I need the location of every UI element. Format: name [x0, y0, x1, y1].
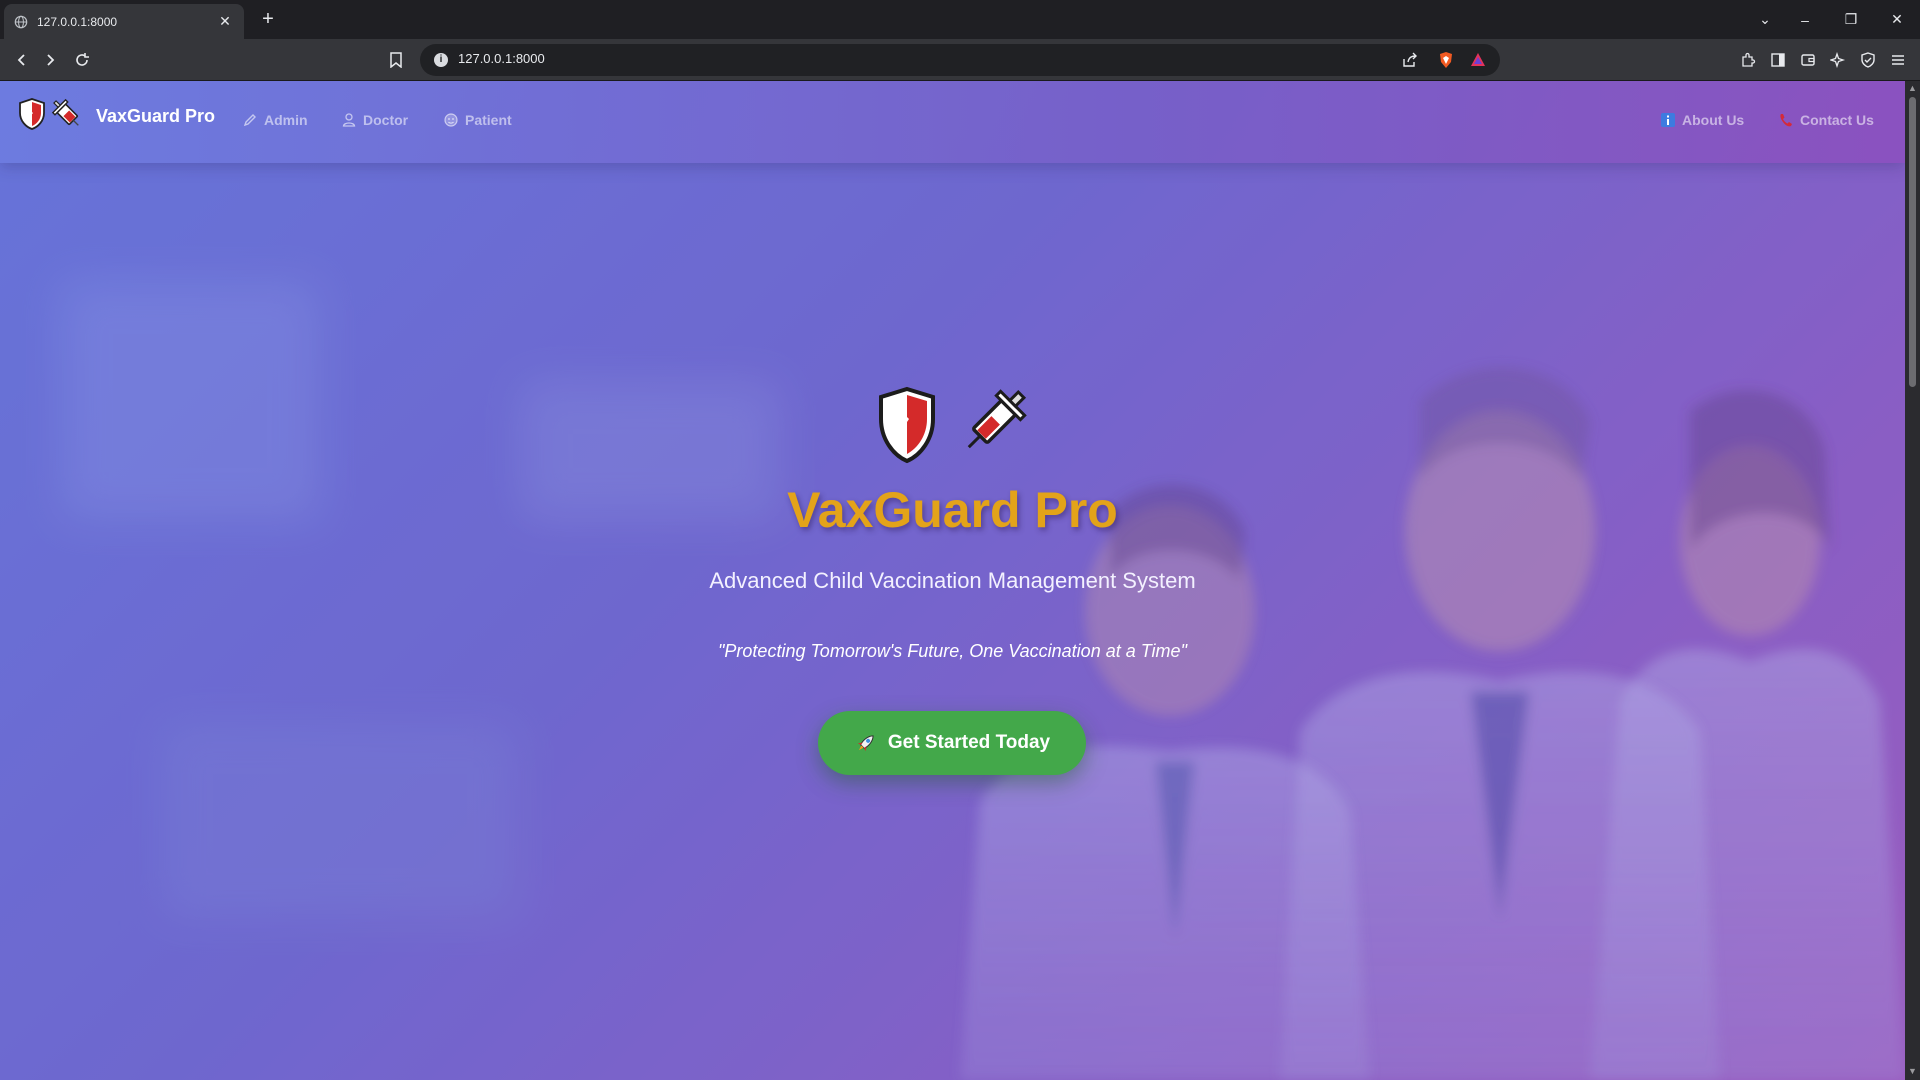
close-window-button[interactable]: ✕	[1874, 0, 1920, 39]
page-scrollbar[interactable]: ▲ ▼	[1905, 81, 1920, 1080]
rocket-icon	[857, 735, 874, 752]
scroll-up-icon[interactable]: ▲	[1908, 84, 1917, 93]
scroll-down-icon[interactable]: ▼	[1908, 1067, 1917, 1076]
nav-admin-label: Admin	[264, 112, 308, 128]
minimize-button[interactable]: –	[1782, 0, 1828, 39]
close-tab-icon[interactable]: ✕	[216, 13, 234, 31]
globe-icon	[14, 15, 28, 28]
brand-name: VaxGuard Pro	[96, 105, 216, 126]
tab-title: 127.0.0.1:8000	[37, 14, 118, 29]
extensions-button[interactable]	[1736, 48, 1760, 72]
hero-title: VaxGuard Pro	[787, 482, 1118, 538]
bookmark-button[interactable]	[384, 48, 408, 72]
shield-outline-icon	[1861, 52, 1875, 68]
back-button[interactable]	[10, 48, 34, 72]
reload-icon	[76, 53, 89, 66]
nav-doctor-label: Doctor	[363, 112, 409, 128]
brand-link[interactable]: VaxGuard Pro	[18, 97, 215, 131]
arrow-right-icon	[47, 54, 55, 66]
shield-icon	[879, 386, 935, 464]
site-navbar: VaxGuard Pro Admin Doctor Patient About …	[0, 81, 1905, 163]
address-bar[interactable]: i 127.0.0.1:8000	[420, 44, 1500, 76]
bookmark-icon	[390, 52, 402, 68]
hero-emblem	[879, 386, 1027, 464]
nav-patient[interactable]: Patient	[443, 112, 512, 128]
brave-rewards-icon[interactable]	[1470, 52, 1486, 67]
site-info-icon[interactable]: i	[434, 53, 448, 67]
nav-contact[interactable]: Contact Us	[1778, 112, 1874, 128]
scroll-thumb[interactable]	[1909, 97, 1916, 387]
syringe-icon	[967, 389, 1027, 449]
browser-tab[interactable]: 127.0.0.1:8000 ✕	[4, 4, 244, 39]
phone-icon	[1780, 114, 1792, 127]
share-icon[interactable]	[1402, 52, 1418, 68]
user-icon	[342, 113, 356, 127]
puzzle-icon	[1742, 52, 1756, 67]
forward-button[interactable]	[38, 48, 62, 72]
pencil-icon	[243, 114, 256, 127]
page-viewport: VaxGuard Pro Admin Doctor Patient About …	[0, 81, 1905, 1080]
shield-icon	[19, 98, 45, 130]
syringe-icon	[51, 98, 79, 126]
menu-button[interactable]	[1886, 48, 1910, 72]
nav-contact-label: Contact Us	[1800, 112, 1874, 128]
get-started-label: Get Started Today	[887, 732, 1051, 753]
new-tab-button[interactable]: +	[256, 8, 280, 32]
nav-doctor[interactable]: Doctor	[341, 112, 408, 128]
patient-icon	[444, 113, 458, 127]
browser-toolbar: i 127.0.0.1:8000	[0, 39, 1920, 81]
sidebar-icon	[1771, 53, 1785, 67]
arrow-left-icon	[17, 54, 25, 66]
get-started-button[interactable]: Get Started Today	[818, 711, 1086, 775]
nav-about-label: About Us	[1682, 112, 1745, 128]
vpn-button[interactable]	[1856, 48, 1880, 72]
wallet-icon	[1801, 54, 1815, 66]
wallet-button[interactable]	[1796, 48, 1820, 72]
hero-tagline: "Protecting Tomorrow's Future, One Vacci…	[718, 641, 1187, 661]
browser-tab-strip: 127.0.0.1:8000 ✕ + ⌄ – ❐ ✕	[0, 0, 1920, 39]
restore-button[interactable]: ❐	[1828, 0, 1874, 39]
address-url: 127.0.0.1:8000	[458, 51, 545, 66]
sparkle-icon	[1830, 52, 1846, 68]
sidebar-button[interactable]	[1766, 48, 1790, 72]
nav-about[interactable]: About Us	[1660, 112, 1744, 128]
brave-shield-icon[interactable]	[1438, 51, 1454, 69]
hero-subtitle: Advanced Child Vaccination Management Sy…	[709, 568, 1196, 593]
nav-admin[interactable]: Admin	[242, 112, 308, 128]
hamburger-icon	[1892, 55, 1904, 65]
reload-button[interactable]	[70, 48, 94, 72]
leo-ai-button[interactable]	[1826, 48, 1850, 72]
info-icon	[1661, 113, 1675, 127]
nav-patient-label: Patient	[465, 112, 512, 128]
